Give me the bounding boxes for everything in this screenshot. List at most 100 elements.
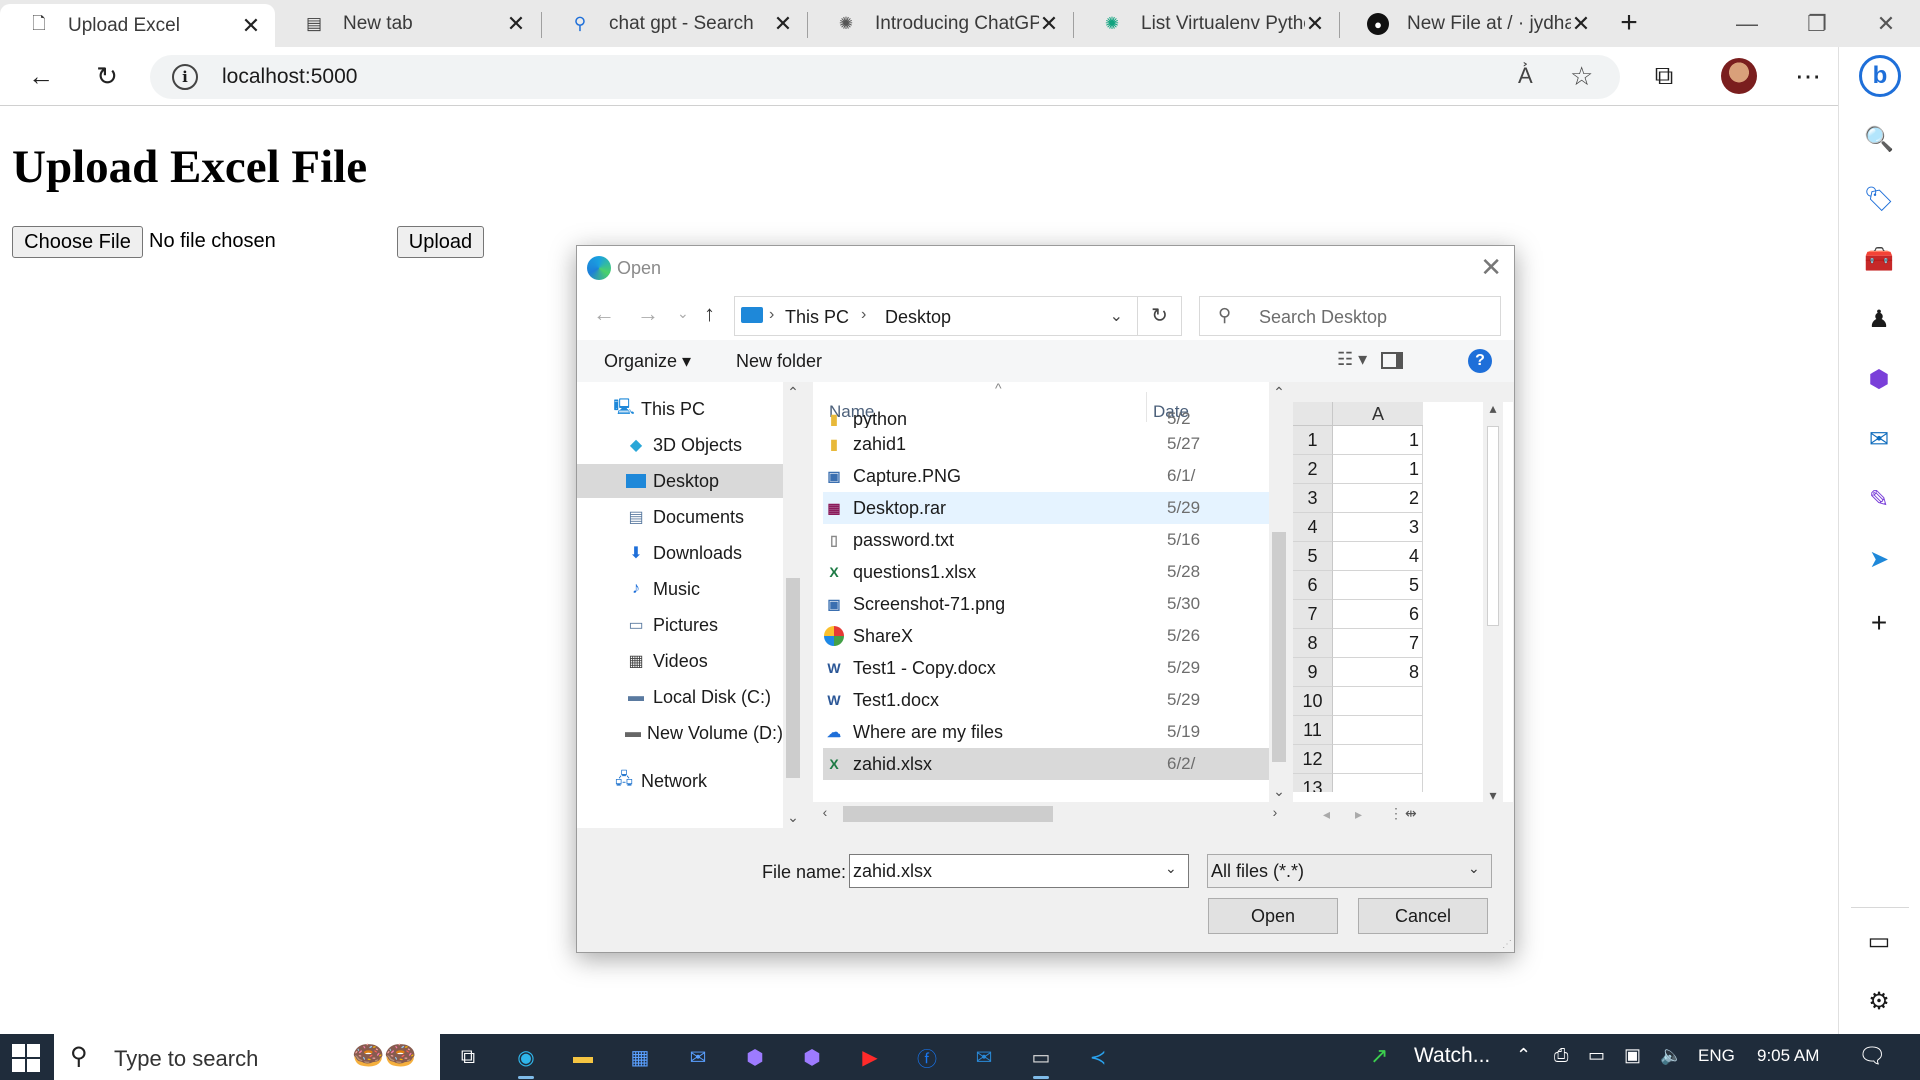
file-row-test1-docx[interactable]: W Test1.docx 5/29 [823, 684, 1269, 716]
file-row-desktop-rar[interactable]: ▦ Desktop.rar 5/29 [823, 492, 1269, 524]
watch-widget-label[interactable]: Watch... [1414, 1044, 1490, 1068]
dialog-titlebar[interactable]: Open ✕ [577, 246, 1514, 290]
sheet-next-icon[interactable]: ▸ [1355, 806, 1362, 823]
change-view-icon[interactable]: ☷ ▾ [1337, 349, 1367, 370]
facebook-icon[interactable]: ⓕ [911, 1041, 943, 1073]
sheet-prev-icon[interactable]: ◂ [1323, 806, 1330, 823]
file-row-password-txt[interactable]: ▯ password.txt 5/16 [823, 524, 1269, 556]
new-tab-button[interactable]: + [1614, 6, 1644, 42]
file-row-capture-png[interactable]: ▣ Capture.PNG 6/1/ [823, 460, 1269, 492]
nav-item-3d-objects[interactable]: ◆ 3D Objects [577, 428, 783, 462]
shopping-icon[interactable]: 🏷 [1861, 181, 1897, 217]
nav-item-pictures[interactable]: ▭ Pictures [577, 608, 783, 642]
notifications-icon[interactable]: 🗨 [1858, 1043, 1886, 1069]
more-options-icon[interactable]: ⋯ [1787, 55, 1829, 97]
nav-item-this-pc[interactable]: 🖳 This PC [577, 392, 783, 426]
file-type-select[interactable]: All files (*.*) [1207, 854, 1492, 888]
navigation-pane-scrollbar[interactable]: ⌃ ⌄ [783, 382, 803, 828]
tab-new-tab[interactable]: ▤ New tab ✕ [275, 6, 540, 42]
close-tab-icon[interactable]: ✕ [1039, 11, 1059, 37]
site-info-icon[interactable]: i [172, 64, 198, 90]
nav-item-music[interactable]: ♪ Music [577, 572, 783, 606]
scrollbar-thumb[interactable] [843, 806, 1053, 822]
organize-menu[interactable]: Organize ▾ [604, 351, 691, 372]
telegram-icon[interactable]: ➤ [1861, 541, 1897, 577]
close-tab-icon[interactable]: ✕ [241, 13, 261, 39]
choose-file-button[interactable]: Choose File [12, 226, 143, 258]
refresh-icon[interactable]: ↻ [86, 55, 128, 97]
resize-grip-icon[interactable]: ⋰ [1502, 939, 1512, 950]
close-icon[interactable]: ✕ [1480, 252, 1502, 283]
network-icon[interactable]: ▣ [1624, 1045, 1641, 1066]
chevron-right-icon[interactable]: › [769, 306, 774, 324]
scrollbar-thumb[interactable] [786, 578, 800, 778]
scrollbar-thumb[interactable] [1272, 532, 1286, 762]
file-list-vertical-scrollbar[interactable]: ⌃ ⌄ [1269, 382, 1289, 802]
tab-introducing-chatgpt[interactable]: ✺ Introducing ChatGPT ✕ [807, 6, 1073, 42]
volume-icon[interactable]: 🔈 [1660, 1045, 1682, 1066]
bing-icon[interactable]: b [1859, 55, 1901, 97]
back-icon[interactable]: ← [20, 55, 62, 97]
file-row-python[interactable]: ▮ python 5/2 [823, 410, 1269, 428]
clock-time[interactable]: 9:05 AM [1757, 1046, 1819, 1066]
task-view-icon[interactable]: ⧉ [452, 1041, 484, 1073]
file-row-screenshot-71-png[interactable]: ▣ Screenshot-71.png 5/30 [823, 588, 1269, 620]
preview-pane-icon[interactable] [1381, 352, 1403, 369]
language-indicator[interactable]: ENG [1698, 1046, 1735, 1066]
chevron-right-icon[interactable]: › [861, 306, 866, 324]
scroll-up-icon[interactable]: ⌃ [1269, 384, 1289, 401]
scroll-down-icon[interactable]: ⌄ [1269, 783, 1289, 800]
close-window-button[interactable]: ✕ [1856, 6, 1916, 42]
add-icon[interactable]: + [1861, 605, 1897, 641]
tab-github-new-file[interactable]: ● New File at / · jydhas ✕ [1339, 6, 1605, 42]
breadcrumb[interactable]: › This PC › Desktop ⌄ [734, 296, 1138, 336]
tab-upload-excel[interactable]: 🗋 Upload Excel ✕ [0, 4, 275, 47]
split-screen-icon[interactable]: ▭ [1861, 923, 1897, 959]
stock-chart-icon[interactable]: ↗ [1370, 1043, 1388, 1069]
chevron-down-icon[interactable]: ⌄ [1165, 860, 1177, 877]
nav-item-new-volume-d[interactable]: ▬ New Volume (D:) [577, 716, 783, 750]
edge-icon[interactable]: ◉ [510, 1041, 542, 1079]
back-arrow-icon[interactable]: ← [593, 301, 615, 327]
breadcrumb-this-pc[interactable]: This PC [785, 307, 849, 328]
settings-icon[interactable]: ⚙ [1861, 983, 1897, 1019]
mail-icon[interactable]: ✉ [682, 1041, 714, 1073]
close-tab-icon[interactable]: ✕ [1305, 11, 1325, 37]
help-icon[interactable]: ? [1468, 349, 1492, 373]
outlook-icon[interactable]: ✉ [968, 1041, 1000, 1073]
extensions-icon[interactable]: ⧉ [1643, 55, 1685, 97]
upload-button[interactable]: Upload [397, 226, 484, 258]
address-url[interactable]: localhost:5000 [222, 65, 357, 89]
file-row-sharex[interactable]: ShareX 5/26 [823, 620, 1269, 652]
scroll-left-icon[interactable]: ‹ [815, 804, 835, 820]
copilot-icon[interactable]: ⬢ [739, 1041, 771, 1073]
store-icon[interactable]: ▦ [624, 1041, 656, 1073]
scroll-right-icon[interactable]: › [1265, 804, 1285, 820]
read-aloud-icon[interactable]: A͐ [1518, 63, 1533, 89]
nav-item-documents[interactable]: ▤ Documents [577, 500, 783, 534]
designer-icon[interactable]: ✎ [1861, 481, 1897, 517]
file-explorer-icon[interactable]: ▬ [567, 1041, 599, 1073]
battery-icon[interactable]: ▭ [1588, 1045, 1605, 1066]
nav-item-local-disk-c[interactable]: ▬ Local Disk (C:) [577, 680, 783, 714]
chevron-down-icon[interactable]: ⌄ [1110, 306, 1123, 326]
meet-now-icon[interactable]: ⎙ [1554, 1045, 1568, 1066]
vscode-icon[interactable]: ≺ [1082, 1041, 1114, 1073]
nav-item-desktop[interactable]: Desktop [577, 464, 783, 498]
scroll-up-icon[interactable]: ⌃ [783, 384, 803, 401]
scroll-up-icon[interactable]: ▴ [1483, 400, 1503, 417]
close-tab-icon[interactable]: ✕ [1571, 11, 1591, 37]
nav-item-network[interactable]: 🖧 Network [577, 764, 783, 798]
tools-icon[interactable]: 🧰 [1861, 241, 1897, 277]
windows-start-icon[interactable] [12, 1044, 40, 1072]
file-name-input[interactable]: zahid.xlsx [849, 854, 1189, 888]
file-row-questions1-xlsx[interactable]: X questions1.xlsx 5/28 [823, 556, 1269, 588]
file-row-test1-copy-docx[interactable]: W Test1 - Copy.docx 5/29 [823, 652, 1269, 684]
restore-button[interactable]: ❐ [1787, 6, 1847, 42]
tab-chat-gpt-search[interactable]: ⚲ chat gpt - Search ✕ [541, 6, 807, 42]
minimize-button[interactable]: — [1717, 6, 1777, 42]
file-list-horizontal-scrollbar[interactable]: ‹ › [813, 802, 1289, 826]
copilot-icon[interactable]: ⬢ [796, 1041, 828, 1073]
add-favorite-icon[interactable]: ☆ [1570, 61, 1593, 92]
open-button[interactable]: Open [1208, 898, 1338, 934]
